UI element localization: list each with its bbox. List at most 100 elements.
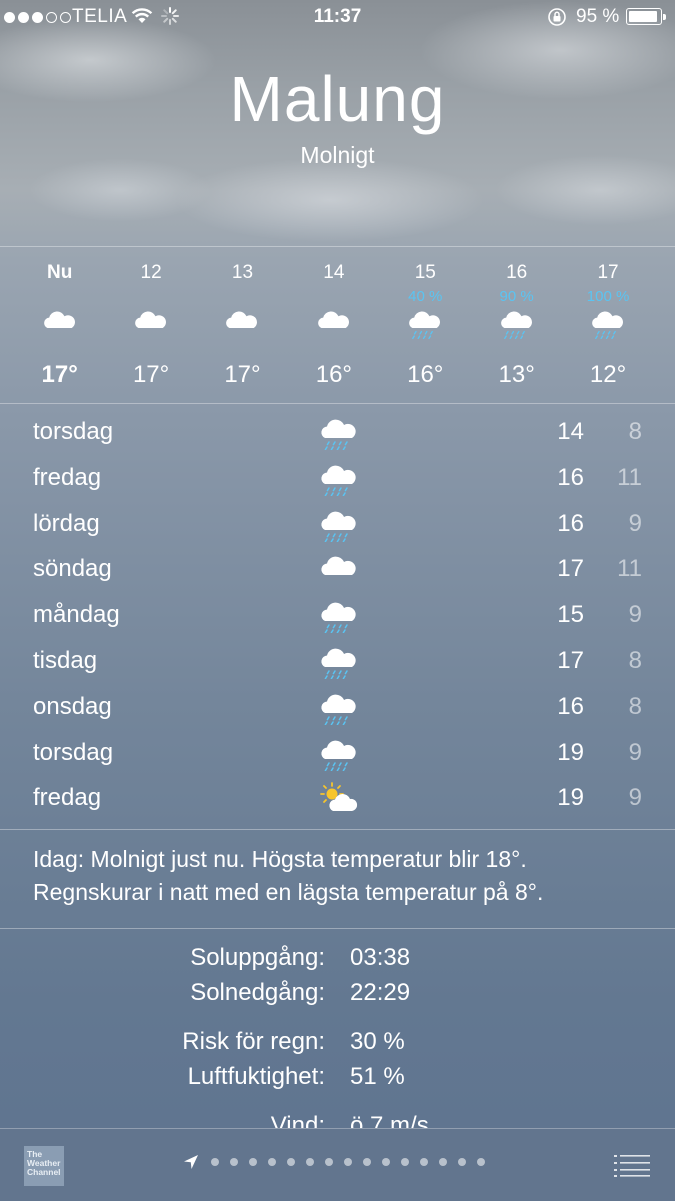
hour-temperature: 13° <box>498 361 535 388</box>
detail-value: ö 7 m/s <box>350 1112 429 1128</box>
hour-label: 17 <box>597 262 619 283</box>
hourly-item: 12 17° <box>105 258 196 398</box>
rain-cloud-icon <box>407 308 443 340</box>
rain-cloud-icon <box>319 737 359 771</box>
high-temperature: 17 <box>557 555 584 583</box>
low-temperature: 8 <box>628 646 642 674</box>
hourly-item: 17 100 % 12° <box>562 258 653 398</box>
page-dot[interactable] <box>420 1158 428 1166</box>
low-temperature: 11 <box>617 555 642 583</box>
page-dot[interactable] <box>344 1158 352 1166</box>
day-name: måndag <box>33 601 120 629</box>
page-dot[interactable] <box>477 1158 485 1166</box>
hour-label: 14 <box>323 262 345 283</box>
low-temperature: 9 <box>628 509 642 537</box>
divider <box>0 246 675 247</box>
day-name: fredag <box>33 463 102 491</box>
battery-level <box>629 11 657 22</box>
daily-row: tisdag 17 8 <box>0 639 675 685</box>
page-dot[interactable] <box>401 1158 409 1166</box>
low-temperature: 8 <box>628 418 642 445</box>
battery-percentage: 95 % <box>576 6 620 27</box>
details-panel: Soluppgång: 03:38 Solnedgång: 22:29 Risk… <box>0 940 675 1128</box>
divider <box>0 829 675 830</box>
low-temperature: 11 <box>617 463 642 491</box>
high-temperature: 19 <box>557 784 584 812</box>
cloud-icon <box>224 308 260 338</box>
partly-sunny-icon <box>319 782 359 816</box>
detail-label: Vind: <box>270 1112 325 1128</box>
page-dot[interactable] <box>325 1158 333 1166</box>
list-icon[interactable] <box>614 1153 650 1177</box>
cloud-icon <box>319 553 359 587</box>
hour-label: 15 <box>414 262 436 283</box>
location-arrow-icon <box>184 1155 198 1169</box>
hourly-forecast[interactable]: Nu 17° 12 17° 13 17° 14 16° 15 40 % 16° 16 90 % 13° 17… <box>14 258 654 398</box>
low-temperature: 9 <box>628 784 642 812</box>
hour-label: Nu <box>47 262 73 283</box>
page-dot[interactable] <box>306 1158 314 1166</box>
detail-label: Soluppgång: <box>190 944 325 971</box>
divider <box>0 403 675 404</box>
hour-temperature: 16° <box>315 361 353 388</box>
high-temperature: 16 <box>557 692 584 720</box>
day-name: onsdag <box>33 692 112 720</box>
day-name: lördag <box>33 509 100 537</box>
hour-temperature: 12° <box>589 361 627 388</box>
daily-row: måndag 15 9 <box>0 593 675 639</box>
weather-channel-logo[interactable]: The Weather Channel <box>24 1146 64 1186</box>
detail-value: 03:38 <box>350 944 411 971</box>
hour-label: 13 <box>231 262 254 283</box>
high-temperature: 19 <box>557 738 584 766</box>
high-temperature: 17 <box>557 646 584 674</box>
page-dot[interactable] <box>230 1158 238 1166</box>
low-temperature: 9 <box>628 738 642 766</box>
rain-cloud-icon <box>319 691 359 726</box>
hour-temperature: 17° <box>224 361 261 388</box>
cloud-icon <box>316 308 352 338</box>
page-dot[interactable] <box>382 1158 390 1166</box>
divider <box>0 928 675 929</box>
status-bar: TELIA 11:37 95 % <box>0 0 675 34</box>
daily-row: onsdag 16 8 <box>0 685 675 731</box>
day-name: torsdag <box>33 418 114 445</box>
page-dot[interactable] <box>249 1158 257 1166</box>
precip-chance: 40 % <box>408 288 443 305</box>
city-name: Malung <box>229 63 446 135</box>
rain-cloud-icon <box>319 645 359 680</box>
summary-line: Regnskurar i natt med en lägsta temperat… <box>33 879 544 905</box>
page-dot[interactable] <box>268 1158 276 1166</box>
page-indicator[interactable] <box>182 1153 485 1171</box>
daily-forecast: torsdag 14 8 fredag 16 11 lördag 16 9 söndag 17 11 m… <box>0 410 675 822</box>
hourly-item: 14 16° <box>288 258 379 398</box>
battery-icon <box>626 8 666 25</box>
day-name: torsdag <box>33 738 114 766</box>
high-temperature: 15 <box>557 601 584 629</box>
cloud-icon <box>133 308 169 338</box>
rotation-lock-icon <box>548 8 566 26</box>
precip-chance: 90 % <box>499 288 534 305</box>
hour-label: 16 <box>506 262 528 283</box>
rain-cloud-icon <box>319 599 359 634</box>
cloud-icon <box>42 308 78 338</box>
day-name: söndag <box>33 555 112 583</box>
page-dot[interactable] <box>439 1158 447 1166</box>
detail-value: 51 % <box>350 1063 405 1090</box>
page-dot[interactable] <box>211 1158 219 1166</box>
rain-cloud-icon <box>590 308 626 340</box>
high-temperature: 16 <box>557 463 584 491</box>
hour-temperature: 17° <box>41 361 78 388</box>
hourly-item: Nu 17° <box>14 258 105 398</box>
hourly-item: 16 90 % 13° <box>471 258 562 398</box>
page-dot[interactable] <box>458 1158 466 1166</box>
day-name: tisdag <box>33 646 98 674</box>
detail-label: Solnedgång: <box>190 979 325 1006</box>
detail-label: Luftfuktighet: <box>187 1063 325 1090</box>
daily-row: fredag 16 11 <box>0 456 675 502</box>
daily-row: söndag 17 11 <box>0 547 675 593</box>
page-dot[interactable] <box>363 1158 371 1166</box>
high-temperature: 16 <box>557 509 584 537</box>
hourly-item: 13 17° <box>197 258 288 398</box>
page-dot[interactable] <box>287 1158 295 1166</box>
precip-chance: 100 % <box>586 288 630 305</box>
